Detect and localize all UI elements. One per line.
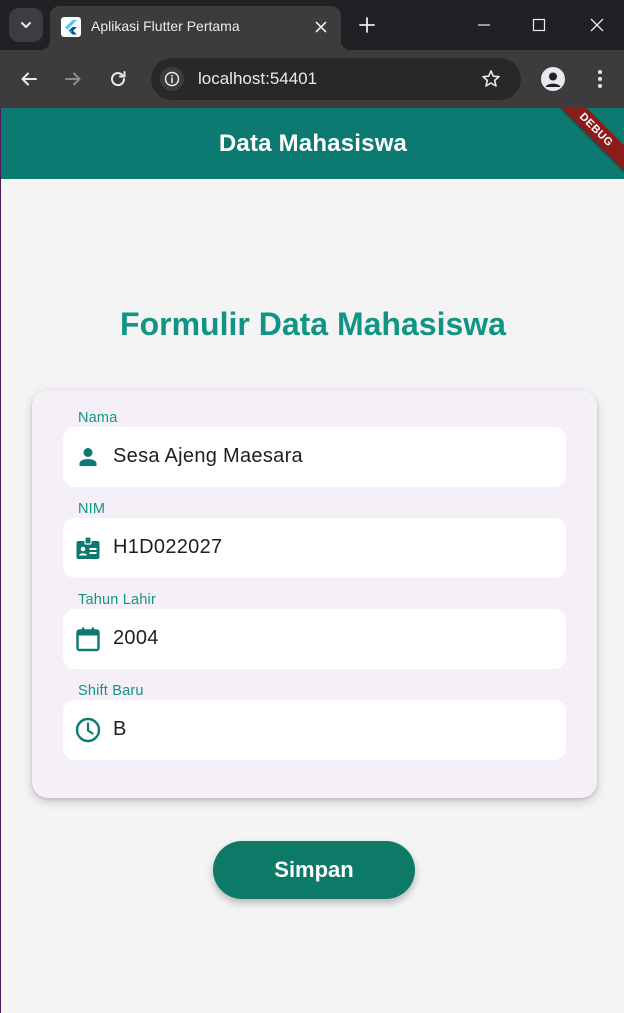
app-bar: Data Mahasiswa	[1, 108, 624, 179]
arrow-left-icon	[21, 72, 37, 86]
tahun-lahir-input[interactable]: 2004	[113, 627, 159, 650]
address-bar[interactable]: localhost:54401	[151, 58, 521, 100]
shift-baru-field[interactable]: Shift Baru B	[63, 683, 566, 760]
chevron-down-icon	[21, 22, 31, 28]
tab-title: Aplikasi Flutter Pertama	[91, 18, 240, 34]
form-heading: Formulir Data Mahasiswa	[120, 306, 506, 342]
reload-icon	[111, 71, 126, 87]
plus-icon	[359, 17, 375, 33]
new-tab-button[interactable]	[355, 13, 379, 37]
shift-baru-input[interactable]: B	[113, 718, 127, 741]
browser-tab[interactable]: Aplikasi Flutter Pertama	[40, 6, 351, 50]
simpan-label: Simpan	[274, 857, 354, 882]
arrow-right-icon	[65, 72, 81, 86]
tahun-lahir-field[interactable]: Tahun Lahir 2004	[63, 592, 566, 669]
nim-label: NIM	[78, 501, 106, 517]
close-icon	[590, 18, 604, 32]
minimize-button[interactable]	[469, 10, 499, 40]
tab-search-button[interactable]	[9, 8, 43, 42]
close-window-button[interactable]	[582, 10, 612, 40]
simpan-button[interactable]: Simpan	[213, 841, 415, 899]
url-text[interactable]: localhost:54401	[198, 69, 317, 89]
form-card: Nama Sesa Ajeng Maesara NIM H1D022027 Ta…	[32, 390, 597, 798]
site-info-icon[interactable]	[160, 67, 184, 91]
forward-button[interactable]	[59, 65, 87, 93]
tahun-lahir-label: Tahun Lahir	[78, 592, 156, 608]
flutter-logo-icon	[61, 17, 81, 37]
nim-input[interactable]: H1D022027	[113, 536, 222, 559]
shift-baru-label: Shift Baru	[78, 683, 144, 699]
tab-strip: Aplikasi Flutter Pertama	[0, 0, 624, 50]
person-icon	[75, 444, 101, 470]
reload-button[interactable]	[104, 65, 132, 93]
calendar-icon	[75, 626, 101, 652]
browser-toolbar: localhost:54401	[0, 50, 624, 108]
badge-icon	[75, 535, 101, 561]
close-tab-icon[interactable]	[311, 17, 331, 37]
app-viewport: Data Mahasiswa DEBUG Formulir Data Mahas…	[0, 108, 624, 1013]
maximize-button[interactable]	[524, 10, 554, 40]
nama-input[interactable]: Sesa Ajeng Maesara	[113, 445, 303, 468]
minimize-icon	[478, 24, 490, 26]
back-button[interactable]	[15, 65, 43, 93]
app-bar-title: Data Mahasiswa	[218, 129, 408, 157]
maximize-icon	[532, 18, 546, 32]
browser-menu-icon[interactable]	[588, 67, 612, 91]
profile-avatar-icon[interactable]	[541, 67, 565, 91]
bookmark-star-icon[interactable]	[479, 67, 503, 91]
clock-icon	[75, 717, 101, 743]
nama-field[interactable]: Nama Sesa Ajeng Maesara	[63, 410, 566, 487]
nim-field[interactable]: NIM H1D022027	[63, 501, 566, 578]
nama-label: Nama	[78, 410, 118, 426]
